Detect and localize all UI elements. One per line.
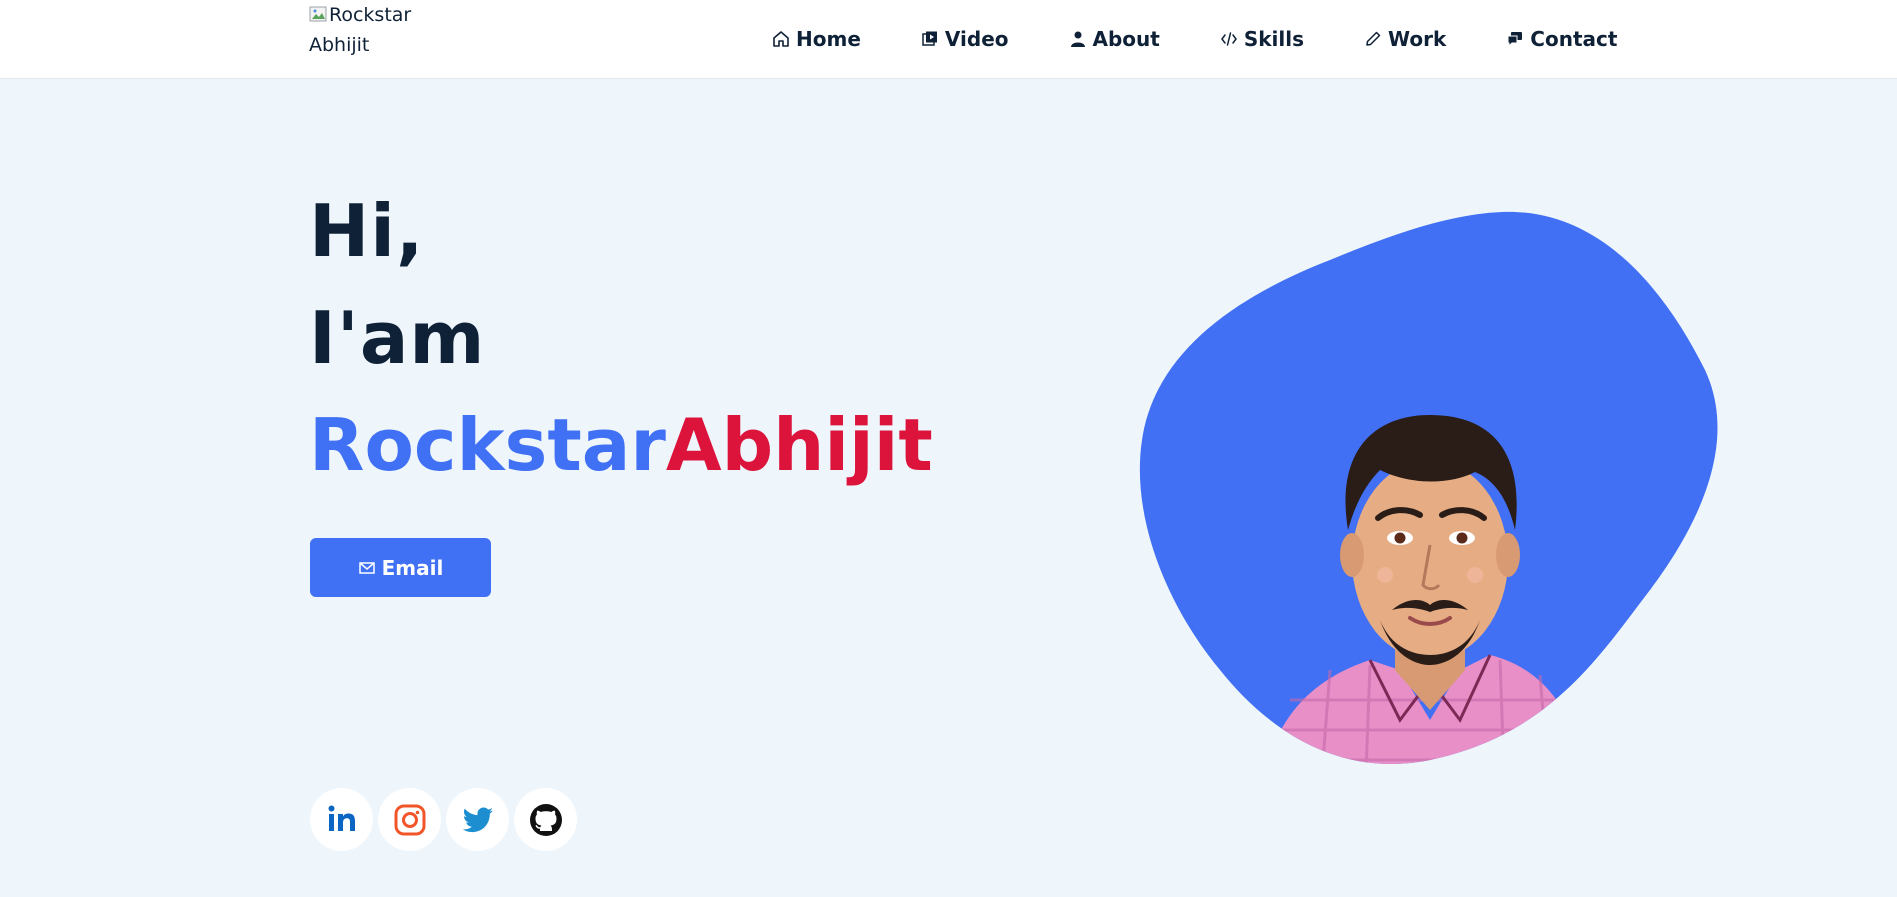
nav-label-video: Video bbox=[944, 27, 1009, 51]
header: Rockstar Abhijit Home Video About Skills… bbox=[0, 0, 1897, 79]
chat-icon bbox=[1506, 30, 1524, 48]
greeting-line1: Hi, bbox=[309, 189, 425, 273]
home-icon bbox=[772, 30, 790, 48]
nav-item-work[interactable]: Work bbox=[1364, 27, 1446, 51]
social-instagram[interactable] bbox=[378, 788, 441, 851]
hero-illustration bbox=[1130, 200, 1730, 780]
nav-label-work: Work bbox=[1388, 27, 1447, 51]
logo[interactable]: Rockstar Abhijit bbox=[309, 0, 419, 78]
social-github[interactable] bbox=[514, 788, 577, 851]
nav-label-home: Home bbox=[796, 27, 861, 51]
hero-name-first: Rockstar bbox=[309, 403, 666, 487]
main-nav: Home Video About Skills Work Contact bbox=[772, 24, 1617, 54]
nav-item-video[interactable]: Video bbox=[921, 27, 1009, 51]
email-button[interactable]: Email bbox=[310, 538, 491, 597]
nav-item-about[interactable]: About bbox=[1069, 27, 1160, 51]
nav-label-contact: Contact bbox=[1530, 27, 1618, 51]
nav-item-skills[interactable]: Skills bbox=[1220, 27, 1304, 51]
pencil-icon bbox=[1364, 30, 1382, 48]
mail-icon bbox=[358, 559, 376, 577]
email-button-label: Email bbox=[381, 555, 444, 580]
twitter-icon bbox=[462, 807, 493, 832]
greeting-line2: I'am bbox=[309, 296, 486, 380]
nav-item-contact[interactable]: Contact bbox=[1506, 27, 1617, 51]
nav-item-home[interactable]: Home bbox=[772, 27, 861, 51]
nav-label-skills: Skills bbox=[1243, 27, 1305, 51]
hero-name-last: Abhijit bbox=[665, 403, 933, 487]
linkedin-icon bbox=[328, 805, 355, 831]
code-icon bbox=[1220, 30, 1238, 48]
social-twitter[interactable] bbox=[446, 788, 509, 851]
broken-image-icon bbox=[309, 3, 329, 22]
avatar bbox=[1139, 211, 1718, 764]
social-linkedin[interactable] bbox=[310, 788, 373, 851]
social-links bbox=[310, 788, 582, 851]
video-icon bbox=[921, 30, 939, 48]
hero-text: Hi, I'am RockstarAbhijit bbox=[309, 178, 933, 499]
logo-alt-line1: Rockstar bbox=[329, 4, 412, 26]
github-icon bbox=[529, 803, 562, 836]
nav-label-about: About bbox=[1092, 27, 1160, 51]
user-icon bbox=[1069, 30, 1087, 48]
logo-alt-line2: Abhijit bbox=[309, 34, 370, 56]
instagram-icon bbox=[394, 804, 425, 835]
hero-name: RockstarAbhijit bbox=[309, 392, 933, 499]
